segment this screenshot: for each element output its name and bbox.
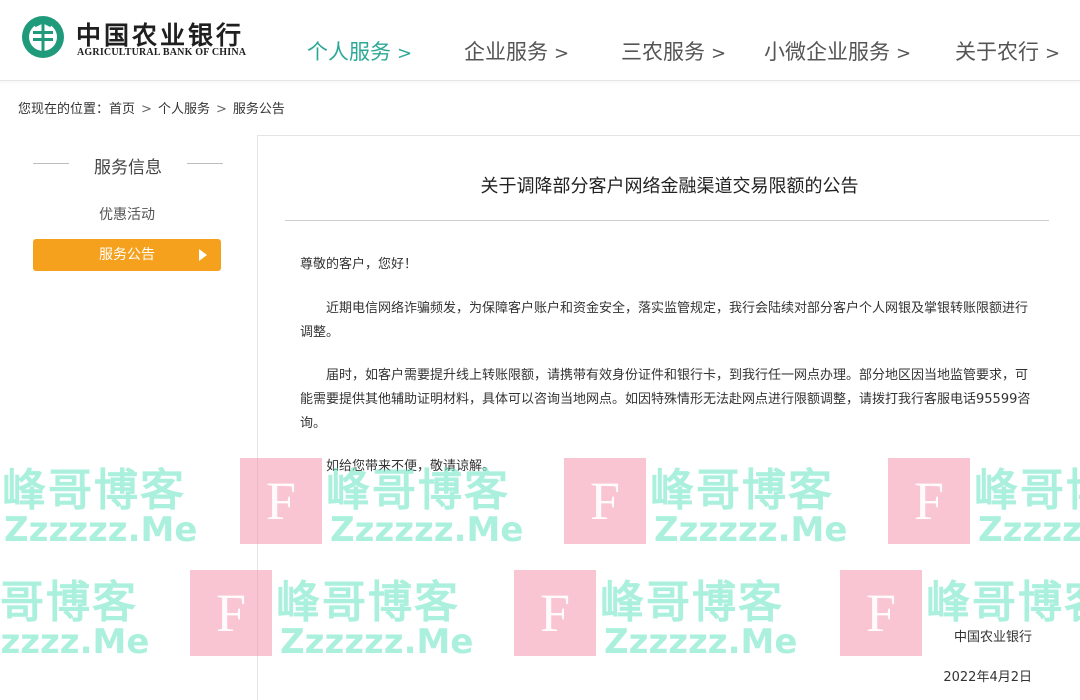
sidebar-item-label: 服务公告 [99, 247, 155, 263]
play-arrow-icon [199, 249, 207, 261]
chevron-right-icon: > [896, 43, 912, 64]
article-paragraph: 近期电信网络诈骗频发，为保障客户账户和资金安全，落实监管规定，我行会陆续对部分客… [300, 301, 1029, 340]
article-greeting: 尊敬的客户，您好！ [300, 257, 418, 272]
breadcrumb-separator: > [141, 102, 152, 117]
sidebar-item-announcements[interactable]: 服务公告 [33, 239, 221, 271]
nav-item-about[interactable]: 关于农行 > [955, 36, 1060, 66]
chevron-right-icon: > [554, 43, 570, 64]
sidebar-title: 服务信息 [94, 158, 162, 178]
article-title: 关于调降部分客户网络金融渠道交易限额的公告 [480, 176, 859, 197]
breadcrumb: 您现在的位置：首页 > 个人服务 > 服务公告 [18, 98, 285, 117]
sidebar: 服务信息 优惠活动 服务公告 [33, 145, 223, 271]
breadcrumb-current: 服务公告 [232, 102, 285, 117]
site-header: 中国农业银行 AGRICULTURAL BANK OF CHINA 个人服务 > … [0, 0, 1080, 81]
article-body: 尊敬的客户，您好！ 近期电信网络诈骗频发，为保障客户账户和资金安全，落实监管规定… [300, 253, 1035, 479]
watermark-text: 峰哥博客 [0, 577, 138, 628]
chevron-right-icon: > [397, 43, 413, 64]
nav-item-small-business[interactable]: 小微企业服务 > [764, 36, 911, 66]
chevron-right-icon: > [711, 43, 727, 64]
nav-item-personal[interactable]: 个人服务 > [307, 36, 412, 66]
breadcrumb-prefix: 您现在的位置： [18, 102, 110, 117]
breadcrumb-separator: > [215, 102, 227, 117]
nav-item-label: 关于农行 [955, 40, 1039, 64]
chevron-right-icon: > [1045, 43, 1061, 64]
nav-item-label: 个人服务 [307, 40, 391, 64]
nav-item-label: 小微企业服务 [764, 40, 890, 64]
nav-item-corporate[interactable]: 企业服务 > [464, 36, 569, 66]
nav-item-label: 企业服务 [464, 40, 548, 64]
main-nav: 个人服务 > 企业服务 > 三农服务 > 小微企业服务 > 关于农行 > [0, 0, 1080, 80]
article-paragraph: 届时，如客户需要提升线上转账限额，请携带有效身份证件和银行卡，到我行任一网点办理… [300, 368, 1031, 431]
nav-item-label: 三农服务 [621, 40, 705, 64]
breadcrumb-home[interactable]: 首页 [109, 102, 135, 117]
article-paragraph: 如给您带来不便，敬请谅解。 [326, 459, 496, 474]
sidebar-item-promotions[interactable]: 优惠活动 [33, 199, 221, 231]
article-panel: 关于调降部分客户网络金融渠道交易限额的公告 尊敬的客户，您好！ 近期电信网络诈骗… [257, 135, 1080, 700]
article-signature: 中国农业银行 [953, 630, 1032, 645]
sidebar-header: 服务信息 [33, 145, 223, 185]
article-date: 2022年4月2日 [943, 670, 1032, 685]
title-divider [285, 220, 1049, 221]
sidebar-item-label: 优惠活动 [99, 207, 155, 223]
divider [187, 163, 223, 164]
watermark-text: Zzzzzz.Me [0, 622, 150, 662]
breadcrumb-personal[interactable]: 个人服务 [158, 102, 210, 117]
watermark-text: Zzzzzz.Me [4, 510, 198, 550]
watermark-text: 峰哥博客 [2, 465, 186, 516]
nav-item-sannong[interactable]: 三农服务 > [621, 36, 726, 66]
